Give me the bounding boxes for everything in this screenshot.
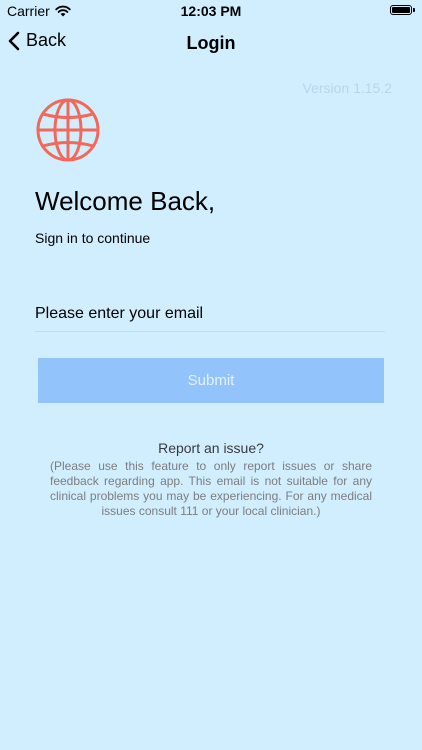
status-time: 12:03 PM bbox=[180, 3, 242, 19]
sign-in-subtitle: Sign in to continue bbox=[35, 230, 151, 246]
welcome-heading: Welcome Back, bbox=[35, 186, 216, 216]
globe-icon bbox=[36, 98, 100, 162]
version-label: Version 1.15.2 bbox=[302, 80, 392, 96]
email-field[interactable] bbox=[35, 296, 385, 332]
submit-button[interactable]: Submit bbox=[38, 358, 384, 403]
page-title: Login bbox=[186, 33, 236, 53]
navigation-bar: Back Login bbox=[0, 22, 422, 66]
report-disclaimer: (Please use this feature to only report … bbox=[50, 459, 372, 518]
status-bar: Carrier 12:03 PM bbox=[0, 0, 422, 22]
battery-icon bbox=[390, 5, 415, 15]
report-issue-link[interactable]: Report an issue? bbox=[0, 440, 422, 456]
